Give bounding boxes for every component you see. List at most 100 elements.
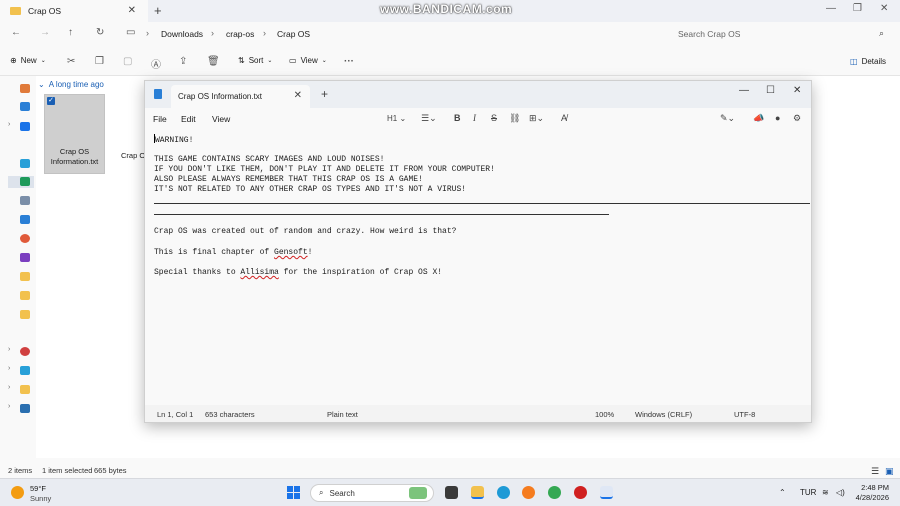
details-button[interactable]: ◫ Details: [850, 57, 886, 66]
nav-item-pictures[interactable]: [8, 214, 34, 226]
nav-item-folder-1[interactable]: [8, 271, 34, 283]
explorer-tab[interactable]: Crap OS ✕: [0, 0, 148, 22]
close-tab-icon[interactable]: ✕: [128, 5, 136, 16]
search-input[interactable]: Search Crap OS ⌕: [668, 24, 892, 44]
misspelled-word[interactable]: Gensoft: [274, 248, 308, 257]
character-count: 653 characters: [205, 410, 255, 419]
item-count: 2 items: [8, 466, 33, 475]
copy-icon[interactable]: ❐: [95, 56, 104, 67]
nav-item-gallery[interactable]: [8, 101, 34, 113]
paste-icon[interactable]: ▢: [123, 56, 132, 67]
nav-item-network[interactable]: ›: [8, 403, 34, 415]
start-button[interactable]: [287, 486, 300, 499]
notepad-taskbar-icon[interactable]: [600, 486, 613, 499]
list-dropdown-icon[interactable]: ☰⌄: [421, 113, 437, 124]
rename-icon[interactable]: Ⓐ: [151, 56, 161, 71]
view-button[interactable]: ▭ View ⌄: [289, 56, 327, 65]
menu-view[interactable]: View: [212, 114, 230, 124]
delete-icon[interactable]: 🗑: [207, 56, 220, 67]
link-icon[interactable]: ⛓: [509, 113, 520, 124]
chrome-icon[interactable]: [548, 486, 561, 499]
file-item[interactable]: Crap O: [121, 151, 145, 160]
line-ending[interactable]: Windows (CRLF): [635, 410, 692, 419]
breadcrumb-crap-os[interactable]: crap-os: [226, 29, 254, 39]
nav-item-downloads[interactable]: [8, 176, 34, 188]
nav-item-music[interactable]: [8, 233, 34, 245]
nav-item-documents[interactable]: [8, 195, 34, 207]
command-bar: ⊕ New ⌄ ✂ ❐ ▢ Ⓐ ⇪ 🗑 ⇅ Sort ⌄ ▭ View ⌄ ··…: [0, 48, 900, 76]
settings-gear-icon[interactable]: ⚙: [793, 113, 801, 124]
text-editor[interactable]: WARNING! THIS GAME CONTAINS SCARY IMAGES…: [145, 130, 811, 404]
system-clock[interactable]: 2:48 PM 4/28/2026: [846, 483, 889, 503]
group-header[interactable]: ⌄ A long time ago: [38, 80, 104, 89]
zoom-level[interactable]: 100%: [595, 410, 614, 419]
cut-icon[interactable]: ✂: [67, 56, 75, 67]
file-item-selected[interactable]: ✓ Crap OS Information.txt: [44, 94, 105, 174]
refresh-icon[interactable]: ↻: [96, 27, 104, 38]
task-view-icon[interactable]: [445, 486, 458, 499]
menu-edit[interactable]: Edit: [181, 114, 196, 124]
notepad-tab[interactable]: Crap OS Information.txt ✕: [171, 85, 310, 108]
nav-item-onedrive[interactable]: ›: [8, 121, 34, 133]
italic-icon[interactable]: I: [473, 113, 476, 123]
heading-dropdown[interactable]: H1 ⌄: [387, 114, 406, 123]
copilot-icon[interactable]: ✎⌄: [720, 113, 735, 124]
breadcrumb-downloads[interactable]: Downloads: [161, 29, 203, 39]
maximize-button[interactable]: ☐: [766, 85, 775, 96]
new-button[interactable]: ⊕ New ⌄: [10, 56, 46, 65]
nav-item-folder-2[interactable]: [8, 290, 34, 302]
menu-file[interactable]: File: [153, 114, 167, 124]
table-icon[interactable]: ⊞⌄: [529, 113, 544, 124]
tile-view-icon[interactable]: ▣: [885, 466, 894, 477]
nav-item-videos[interactable]: [8, 252, 34, 264]
minimize-button[interactable]: —: [826, 3, 836, 14]
chevron-down-icon: ⌄: [40, 58, 46, 64]
list-view-icon[interactable]: ☰: [871, 466, 879, 477]
chevron-up-icon[interactable]: ⌃: [779, 488, 786, 497]
share-icon[interactable]: ⇪: [179, 56, 187, 67]
more-options-icon[interactable]: ···: [344, 56, 354, 67]
new-tab-button[interactable]: +: [154, 3, 162, 18]
bandicam-icon[interactable]: [574, 486, 587, 499]
account-icon[interactable]: ●: [775, 113, 780, 123]
nav-item-folder-3[interactable]: [8, 309, 34, 321]
forward-icon[interactable]: →: [40, 27, 50, 38]
taskbar-search[interactable]: ⌕ Search: [310, 484, 434, 502]
editor-line-2: THIS GAME CONTAINS SCARY IMAGES AND LOUD…: [154, 155, 385, 164]
firefox-icon[interactable]: [522, 486, 535, 499]
sun-icon: [11, 486, 24, 499]
monitor-icon[interactable]: ▭: [126, 27, 135, 38]
close-window-button[interactable]: ✕: [880, 3, 888, 14]
new-tab-button[interactable]: +: [321, 87, 328, 101]
nav-item-this-pc[interactable]: ›: [8, 365, 34, 377]
breadcrumb-crap-os-folder[interactable]: Crap OS: [277, 29, 310, 39]
bold-icon[interactable]: B: [454, 113, 461, 123]
format-mode[interactable]: Plain text: [327, 410, 358, 419]
announcement-icon[interactable]: 📣: [753, 113, 764, 124]
maximize-button[interactable]: ❐: [853, 3, 862, 14]
up-icon[interactable]: ↑: [68, 27, 73, 38]
clear-formatting-icon[interactable]: A̸: [561, 113, 567, 123]
back-icon[interactable]: ←: [11, 27, 21, 38]
folder-icon: [20, 291, 30, 300]
edge-icon[interactable]: [497, 486, 510, 499]
sort-button[interactable]: ⇅ Sort ⌄: [238, 56, 272, 65]
file-explorer-taskbar-icon[interactable]: [471, 486, 484, 499]
nav-item-drive[interactable]: ›: [8, 384, 34, 396]
checkbox-checked-icon[interactable]: ✓: [47, 97, 55, 105]
line8-end: for the inspiration of Crap OS X!: [278, 268, 443, 277]
close-tab-icon[interactable]: ✕: [294, 90, 302, 101]
video-icon: [20, 253, 30, 262]
nav-item-desktop[interactable]: [8, 158, 34, 170]
nav-item-home[interactable]: [8, 83, 34, 95]
volume-icon[interactable]: ◁): [836, 488, 845, 497]
minimize-button[interactable]: —: [739, 85, 749, 96]
strikethrough-icon[interactable]: S: [491, 113, 497, 123]
misspelled-word[interactable]: Allisima: [240, 268, 278, 277]
close-window-button[interactable]: ✕: [793, 85, 801, 96]
encoding[interactable]: UTF-8: [734, 410, 755, 419]
wifi-icon[interactable]: ≋: [822, 488, 829, 497]
nav-item-user[interactable]: ›: [8, 346, 34, 358]
clock-date: 4/28/2026: [855, 493, 889, 502]
language-indicator[interactable]: TUR: [800, 488, 816, 497]
